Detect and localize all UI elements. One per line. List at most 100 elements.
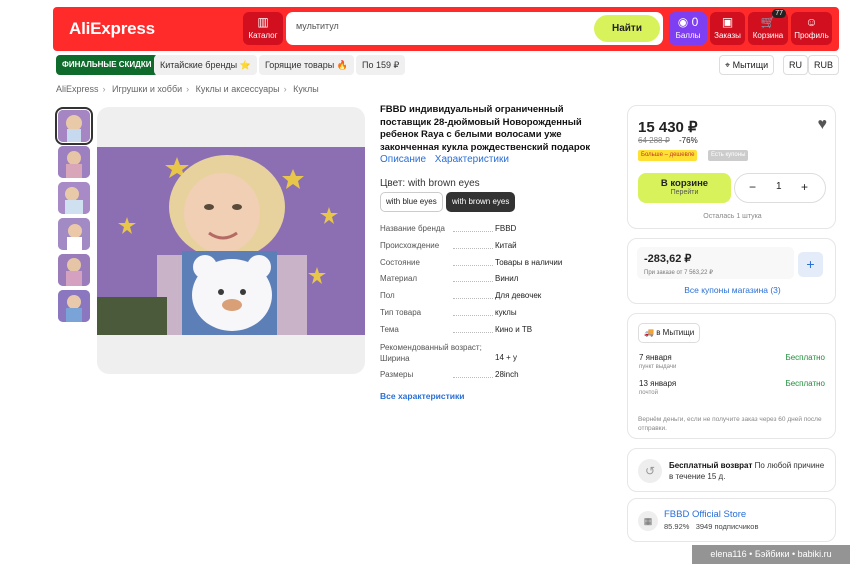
cart-label: Корзина (752, 31, 784, 40)
hot-items-tag[interactable]: Горящие товары 🔥 (259, 55, 354, 75)
delivery-date: 7 января (639, 353, 672, 362)
go-to-cart-label: Перейти (670, 189, 699, 196)
spec-value: куклы (495, 307, 517, 317)
delivery-type: пункт выдачи (639, 364, 677, 370)
delivery-option[interactable]: 7 января пункт выдачи (639, 353, 676, 370)
heart-icon[interactable]: ♥ (818, 116, 828, 134)
spec-value: 28inch (495, 369, 519, 379)
return-card[interactable]: ↺ Бесплатный возврат По любой причине в … (627, 448, 836, 492)
spec-row: Тип товара куклы (380, 308, 610, 325)
breadcrumb-item[interactable]: Игрушки и хобби (112, 84, 182, 94)
all-specs-link[interactable]: Все характеристики (380, 391, 465, 401)
under-159-tag[interactable]: По 159 ₽ (356, 55, 406, 75)
stock-left: Осталась 1 штука (703, 213, 762, 220)
coupon-condition: При заказе от 7 563,22 ₽ (644, 270, 713, 276)
pin-icon: ⌖ (725, 60, 731, 70)
product-tabs: Описание Характеристики (380, 154, 515, 165)
shipping-card: 🚚 в Мытищи 7 января пункт выдачи Бесплат… (627, 313, 836, 439)
main-product-image[interactable] (97, 107, 365, 374)
in-cart-button[interactable]: В корзине Перейти (638, 173, 731, 203)
catalog-label: Каталог (248, 31, 278, 40)
profile-button[interactable]: ☺ Профиль (791, 12, 832, 45)
breadcrumb-item[interactable]: AliExpress (56, 84, 99, 94)
coupon-amount: -283,62 ₽ (644, 253, 692, 265)
quantity-value: 1 (776, 181, 782, 192)
coupons-badge: Есть купоны (708, 150, 749, 161)
return-text: Бесплатный возврат По любой причине в те… (669, 460, 829, 482)
spec-value: Товары в наличии (495, 257, 563, 267)
spec-leader (453, 314, 493, 316)
gallery-thumbnail[interactable] (58, 182, 90, 214)
tab-specs[interactable]: Характеристики (435, 154, 509, 165)
box-icon: ▣ (721, 15, 734, 29)
spec-leader (453, 247, 493, 249)
quantity-stepper: − 1 + (734, 173, 826, 203)
minus-button[interactable]: − (749, 180, 756, 194)
delivery-price: Бесплатно (785, 353, 825, 362)
option-blue-eyes[interactable]: with blue eyes (380, 192, 443, 212)
final-sale-tag[interactable]: ФИНАЛЬНЫЕ СКИДКИ (56, 55, 158, 75)
specs-list: Название бренда FBBD Происхождение Китай С… (380, 224, 610, 386)
tab-description[interactable]: Описание (380, 154, 426, 165)
current-price: 15 430 ₽ (638, 119, 698, 136)
doll-photo (97, 147, 365, 335)
breadcrumb-item[interactable]: Куклы (293, 84, 319, 94)
spec-row: Пол Для девочек (380, 291, 610, 308)
spec-leader (453, 264, 493, 266)
delivery-option[interactable]: 13 января почтой (639, 379, 676, 396)
spec-key: Материал (380, 274, 418, 284)
points-button[interactable]: ◉ 0 Баллы (669, 12, 707, 45)
spec-row: Рекомендованный возраст; Ширина 14 + у (380, 342, 610, 370)
gallery-thumbnail[interactable] (55, 107, 93, 145)
gallery-thumbnail[interactable] (58, 254, 90, 286)
search-box: Найти (286, 12, 663, 45)
all-coupons-link[interactable]: Все купоны магазина (3) (628, 285, 837, 295)
spec-key: Тип товара (380, 307, 422, 317)
gallery-thumbnail[interactable] (58, 218, 90, 250)
location-button[interactable]: ⌖ Мытищи (719, 55, 775, 75)
store-card[interactable]: ▦ FBBD Official Store 85.92% 3949 подпис… (627, 498, 836, 542)
store-icon: ▦ (638, 511, 658, 531)
spec-leader (453, 231, 493, 232)
delivery-price: Бесплатно (785, 379, 825, 388)
add-coupon-button[interactable]: + (798, 252, 823, 277)
in-cart-label: В корзине (660, 178, 709, 189)
spec-leader (453, 331, 493, 333)
spec-value: 14 + у (495, 352, 518, 362)
store-name[interactable]: FBBD Official Store (664, 509, 746, 520)
spec-leader (453, 376, 493, 378)
spec-row: Размеры 28inch (380, 370, 610, 387)
search-button[interactable]: Найти (594, 15, 660, 42)
cart-button[interactable]: 🛒 Корзина 77 (748, 9, 788, 45)
spec-value: Китай (495, 240, 517, 250)
spec-key: Пол (380, 291, 395, 301)
coin-icon: ◉ 0 (677, 15, 699, 29)
points-label: Баллы (675, 31, 701, 40)
gallery-thumbnail[interactable] (58, 146, 90, 178)
coupon: -283,62 ₽ При заказе от 7 563,22 ₽ (637, 247, 794, 279)
search-input[interactable] (296, 21, 586, 31)
spec-key: Состояние (380, 257, 420, 267)
chinese-brands-tag[interactable]: Китайские бренды ⭐ (154, 55, 257, 75)
orders-button[interactable]: ▣ Заказы (710, 12, 745, 45)
option-brown-eyes[interactable]: with brown eyes (446, 192, 516, 212)
spec-key: Название бренда (380, 224, 445, 233)
store-stats: 85.92% 3949 подписчиков (664, 522, 758, 531)
spec-value: Кино и ТВ (495, 324, 533, 334)
cart-count-badge: 77 (772, 9, 786, 18)
aliexpress-logo[interactable]: AliExpress (69, 19, 155, 39)
delivery-date: 13 января (639, 379, 677, 388)
spec-row: Материал Винил (380, 274, 610, 291)
bulk-discount-badge: Больше – дешевле (638, 150, 698, 161)
currency-button[interactable]: RUB (808, 55, 840, 75)
language-button[interactable]: RU (783, 55, 808, 75)
gallery-thumbnail[interactable] (58, 290, 90, 322)
catalog-button[interactable]: ▥ Каталог (243, 12, 283, 45)
points-count: 0 (691, 15, 699, 29)
old-price: 64 288 ₽ (638, 136, 670, 145)
spec-leader (453, 281, 493, 283)
plus-button[interactable]: + (801, 180, 808, 194)
delivery-city-button[interactable]: 🚚 в Мытищи (638, 323, 701, 343)
spec-key: Происхождение (380, 240, 440, 250)
breadcrumb-item[interactable]: Куклы и аксессуары (196, 84, 280, 94)
